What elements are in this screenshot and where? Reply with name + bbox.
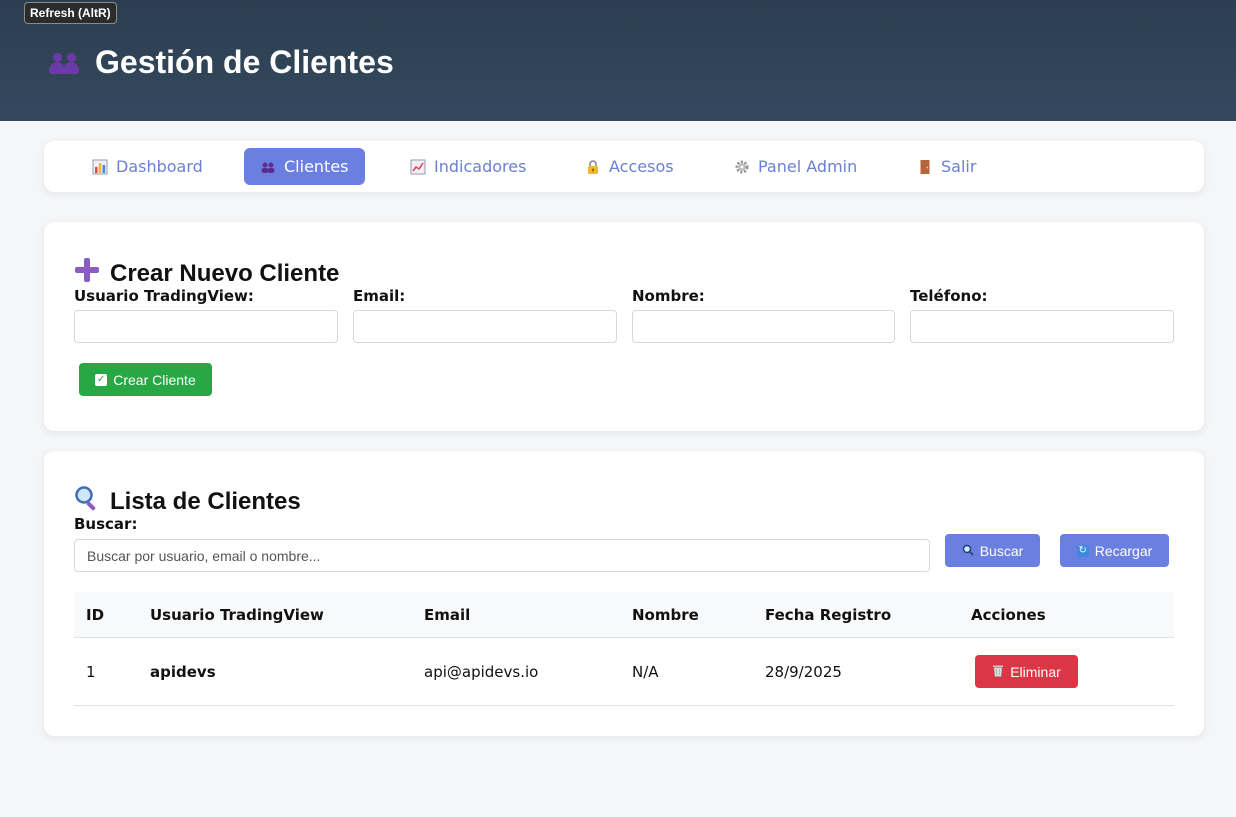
crear-cliente-label: Crear Cliente [113,371,196,388]
recargar-label: Recargar [1094,542,1153,559]
cell-id: 1 [86,663,96,681]
cell-nombre: N/A [632,663,659,681]
page-header: Gestión de Clientes [0,0,1236,121]
field-label-usuario: Usuario TradingView: [74,287,254,305]
trash-icon [992,664,1004,680]
table-header: ID Usuario TradingView Email Nombre Fech… [74,592,1174,638]
column-header: Email [424,606,471,624]
nav-label: Clientes [284,157,349,176]
field-label-telefono: Teléfono: [910,287,988,305]
nav-label: Dashboard [116,157,203,176]
column-header: Acciones [971,606,1046,624]
people-icon [49,48,83,76]
nav-item-clientes[interactable]: Clientes [244,148,365,185]
page-title-text: Gestión de Clientes [95,43,394,80]
search-label: Buscar: [74,515,138,533]
nav-label: Accesos [609,157,674,176]
email-input[interactable] [353,310,617,343]
nav-item-indicadores[interactable]: Indicadores [394,148,542,185]
door-icon [917,159,933,175]
reload-icon: ↻ [1076,544,1089,557]
lock-icon [585,159,601,175]
client-list-card: Lista de Clientes Buscar: Buscar ↻ Recar… [44,451,1204,736]
page-title: Gestión de Clientes [49,42,394,82]
table-row: 1 apidevs api@apidevs.io N/A 28/9/2025 E… [74,638,1174,705]
field-label-nombre: Nombre: [632,287,705,305]
nav-label: Indicadores [434,157,527,176]
buscar-button[interactable]: Buscar [945,534,1040,567]
cell-fecha: 28/9/2025 [765,663,842,681]
search-input[interactable] [74,539,930,572]
gear-icon [734,159,750,175]
nav-label: Salir [941,157,977,176]
cell-usuario: apidevs [150,663,216,681]
column-header: ID [86,606,105,624]
search-icon [962,543,974,559]
column-header: Usuario TradingView [150,606,324,624]
refresh-tooltip: Refresh (AltR) [24,2,117,24]
line-chart-icon [410,159,426,175]
nav-item-dashboard[interactable]: Dashboard [76,148,219,185]
eliminar-label: Eliminar [1010,663,1061,680]
bar-chart-icon [92,159,108,175]
column-header: Fecha Registro [765,606,892,624]
telefono-input[interactable] [910,310,1174,343]
nav-label: Panel Admin [758,157,858,176]
crear-cliente-button[interactable]: ✓ Crear Cliente [79,363,212,396]
column-header: Nombre [632,606,699,624]
usuario-tradingview-input[interactable] [74,310,338,343]
nombre-input[interactable] [632,310,895,343]
nav-item-accesos[interactable]: Accesos [569,148,690,185]
create-client-title: Crear Nuevo Cliente [74,257,339,290]
create-client-card: Crear Nuevo Cliente Usuario TradingView:… [44,222,1204,431]
check-icon: ✓ [95,373,108,386]
cell-email: api@apidevs.io [424,663,539,681]
eliminar-button[interactable]: Eliminar [975,655,1078,688]
client-list-title-text: Lista de Clientes [110,487,301,515]
client-list-title: Lista de Clientes [74,485,301,518]
people-icon [260,159,276,175]
recargar-button[interactable]: ↻ Recargar [1060,534,1169,567]
plus-icon [74,257,100,290]
search-icon [74,485,100,518]
row-divider [74,705,1174,706]
main-nav: Dashboard Clientes Indicadores Accesos P… [44,141,1204,192]
field-label-email: Email: [353,287,406,305]
nav-item-salir[interactable]: Salir [901,148,992,185]
buscar-label: Buscar [979,542,1024,559]
create-client-title-text: Crear Nuevo Cliente [110,259,340,287]
nav-item-panel-admin[interactable]: Panel Admin [718,148,873,185]
